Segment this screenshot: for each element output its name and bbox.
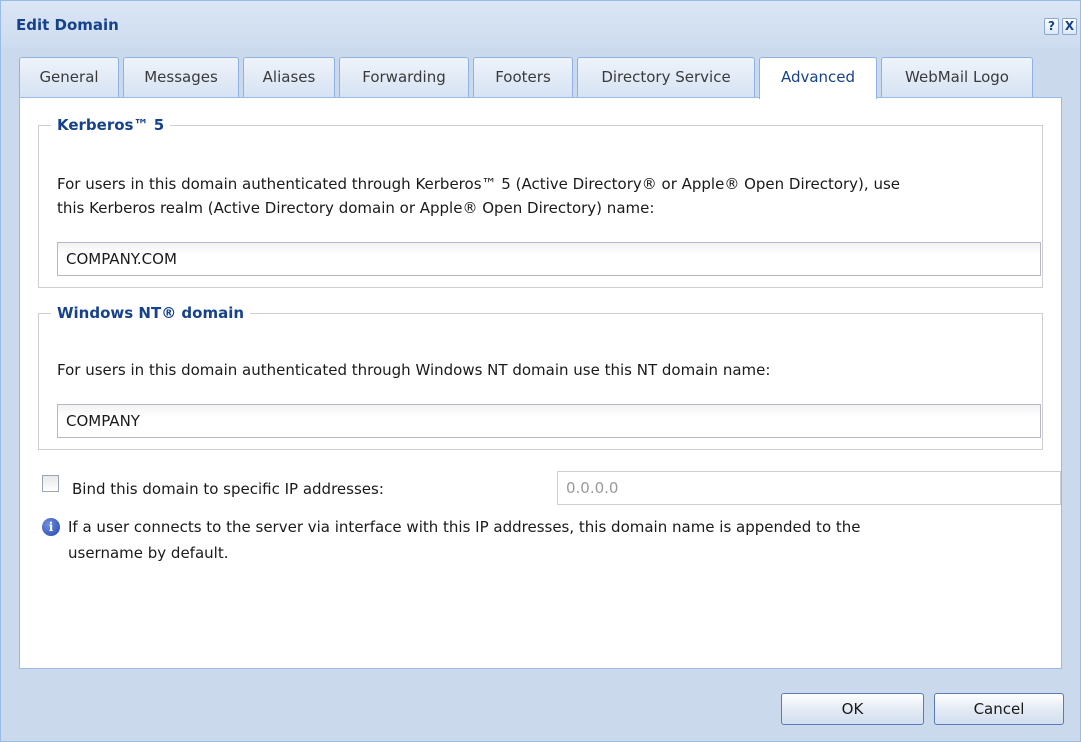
tab-webmail-logo[interactable]: WebMail Logo: [881, 57, 1033, 97]
tab-footers[interactable]: Footers: [473, 57, 573, 97]
cancel-button[interactable]: Cancel: [934, 693, 1064, 725]
bind-ip-checkbox[interactable]: [42, 475, 59, 492]
tab-aliases[interactable]: Aliases: [243, 57, 335, 97]
kerberos-fieldset: Kerberos™ 5 For users in this domain aut…: [38, 116, 1043, 288]
dialog-titlebar[interactable]: Edit Domain ? X: [1, 1, 1080, 48]
tab-general[interactable]: General: [19, 57, 119, 97]
kerberos-legend: Kerberos™ 5: [57, 116, 165, 134]
windows-nt-description: For users in this domain authenticated t…: [57, 361, 771, 379]
edit-domain-dialog: Edit Domain ? X General Messages Aliases…: [0, 0, 1081, 742]
bind-ip-info: If a user connects to the server via int…: [68, 514, 1008, 566]
kerberos-description-line1: For users in this domain authenticated t…: [57, 175, 900, 193]
tab-directory-service[interactable]: Directory Service: [577, 57, 755, 97]
bind-ip-info-line2: username by default.: [68, 544, 229, 562]
tab-forwarding[interactable]: Forwarding: [339, 57, 469, 97]
close-icon[interactable]: X: [1062, 18, 1077, 35]
info-icon: i: [42, 518, 60, 536]
tab-messages[interactable]: Messages: [123, 57, 239, 97]
ok-button[interactable]: OK: [781, 693, 924, 725]
tab-advanced[interactable]: Advanced: [759, 57, 877, 99]
tab-strip: General Messages Aliases Forwarding Foot…: [19, 57, 1062, 99]
bind-ip-info-line1: If a user connects to the server via int…: [68, 518, 861, 536]
kerberos-realm-input[interactable]: [57, 242, 1041, 276]
windows-nt-fieldset: Windows NT® domain For users in this dom…: [38, 304, 1043, 450]
nt-domain-input[interactable]: [57, 404, 1041, 438]
ip-address-input[interactable]: [557, 471, 1061, 505]
windows-nt-legend: Windows NT® domain: [57, 304, 245, 322]
kerberos-description-line2: this Kerberos realm (Active Directory do…: [57, 199, 655, 217]
advanced-panel: Kerberos™ 5 For users in this domain aut…: [19, 97, 1062, 669]
help-icon[interactable]: ?: [1044, 18, 1059, 35]
bind-ip-label: Bind this domain to specific IP addresse…: [72, 480, 384, 498]
dialog-title: Edit Domain: [16, 16, 119, 34]
